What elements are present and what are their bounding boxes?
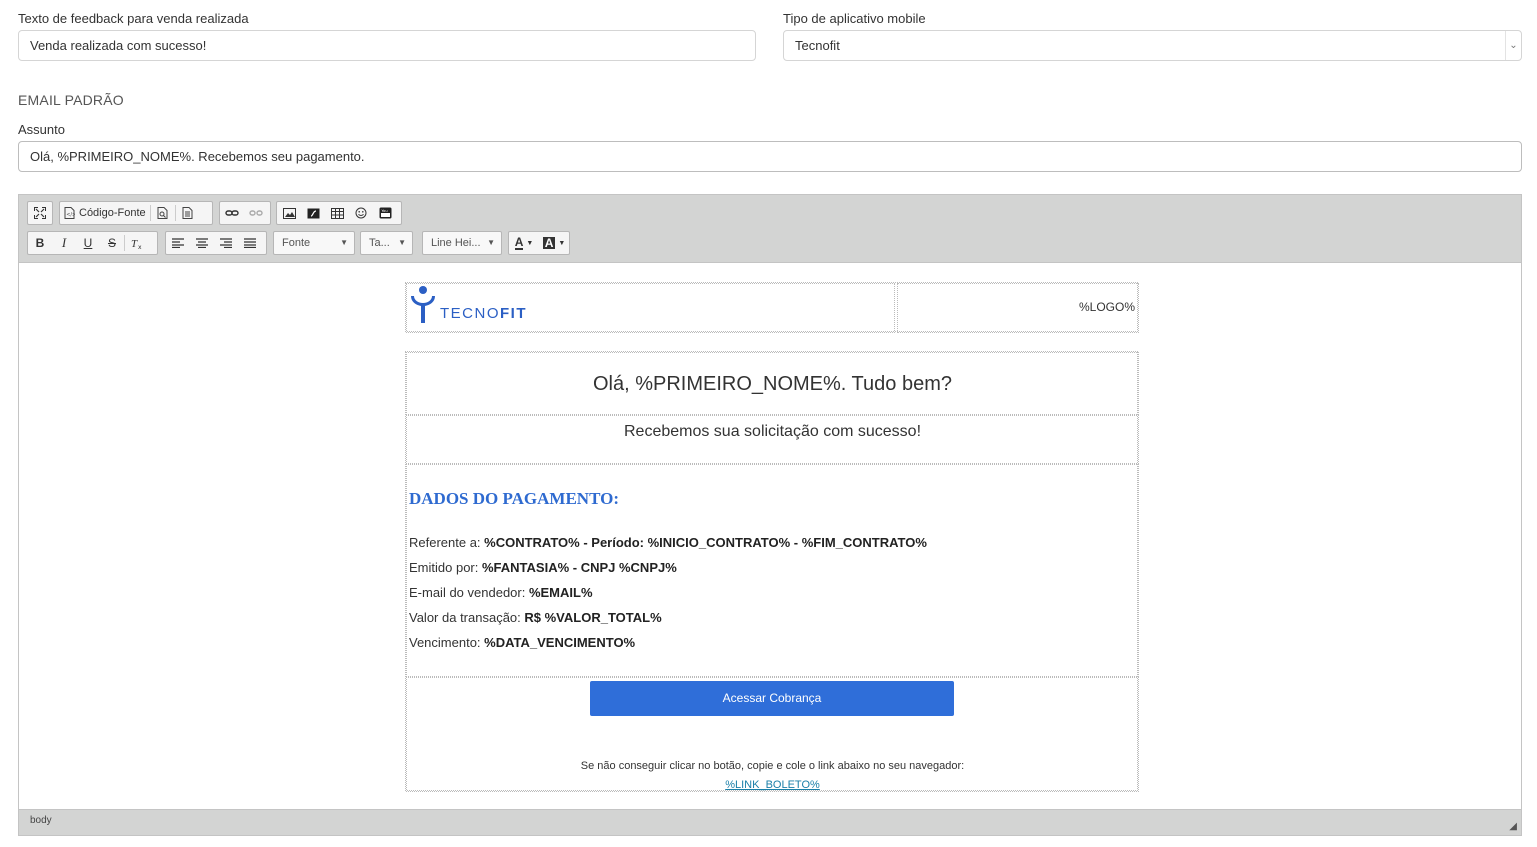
image-icon[interactable]	[277, 202, 301, 224]
line-label: Valor da transação:	[409, 610, 525, 625]
app-type-select[interactable]: Tecnofit ⌄	[783, 30, 1522, 61]
fallback-instructions: Se não conseguir clicar no botão, copie …	[580, 760, 965, 772]
svg-text:T: T	[131, 238, 138, 249]
dropdown-arrow-icon: ▼	[558, 239, 566, 247]
tecnofit-logo: TECNOFIT	[409, 286, 527, 324]
line-value: %EMAIL%	[528, 585, 593, 600]
editor-content-area[interactable]: TECNOFIT %LOGO% Olá, %PRIMEIRO_NOME%. Tu…	[19, 263, 1521, 811]
align-left-icon[interactable]	[166, 232, 190, 254]
payment-data-title: DADOS DO PAGAMENTO:	[409, 489, 619, 508]
toolbar-group-format: B I U S Tx	[27, 231, 158, 255]
align-right-icon[interactable]	[214, 232, 238, 254]
app-type-value: Tecnofit	[795, 38, 840, 53]
line-label: Emitido por:	[409, 560, 482, 575]
source-icon: </>	[64, 207, 75, 219]
unlink-icon[interactable]	[244, 202, 268, 224]
align-center-icon[interactable]	[190, 232, 214, 254]
line-height-label: Line Hei...	[431, 237, 481, 249]
feedback-label: Texto de feedback para venda realizada	[18, 11, 249, 26]
toolbar-group-links	[219, 201, 271, 225]
element-path[interactable]: body	[30, 815, 52, 826]
line-value: R$ %VALOR_TOTAL%	[524, 610, 662, 625]
payment-line-seller-email: E-mail do vendedor: %EMAIL%	[409, 585, 1136, 610]
subject-input[interactable]: Olá, %PRIMEIRO_NOME%. Recebemos seu paga…	[18, 141, 1522, 172]
preview-icon[interactable]	[151, 202, 175, 224]
toolbar-group-insert: You	[276, 201, 402, 225]
bold-button[interactable]: B	[28, 232, 52, 254]
payment-line-issuer: Emitido por: %FANTASIA% - CNPJ %CNPJ%	[409, 560, 1136, 585]
line-height-dropdown[interactable]: Line Hei... ▼	[422, 231, 502, 255]
underline-button[interactable]: U	[76, 232, 100, 254]
rich-text-editor: </> Código-Fonte You B I U S T x Fonte ▼…	[18, 194, 1522, 836]
logo-text-bold: FIT	[500, 305, 527, 322]
source-code-button[interactable]: </> Código-Fonte	[60, 202, 150, 224]
tecnofit-logo-text: TECNOFIT	[440, 305, 527, 322]
line-label: Referente a:	[409, 535, 485, 550]
text-color-icon: A	[514, 235, 524, 250]
boleto-link[interactable]: %LINK_BOLETO%	[407, 779, 1138, 791]
table-icon[interactable]	[325, 202, 349, 224]
font-family-label: Fonte	[282, 237, 311, 249]
line-value: %FANTASIA% - CNPJ %CNPJ%	[481, 560, 677, 575]
payment-line-amount: Valor da transação: R$ %VALOR_TOTAL%	[409, 610, 1136, 635]
subject-label: Assunto	[18, 122, 65, 137]
payment-button-section: Acessar Cobrança Se não conseguir clicar…	[406, 677, 1139, 792]
line-label: Vencimento:	[409, 635, 485, 650]
flash-icon[interactable]	[301, 202, 325, 224]
email-header-table: TECNOFIT %LOGO%	[405, 282, 1139, 333]
svg-text:x: x	[138, 244, 142, 249]
strikethrough-button[interactable]: S	[100, 232, 124, 254]
bg-color-button[interactable]: A ▼	[539, 232, 569, 254]
editor-statusbar: body ◢	[19, 809, 1521, 835]
align-justify-icon[interactable]	[238, 232, 262, 254]
email-logo-placeholder: %LOGO%	[897, 283, 1139, 333]
email-subtitle: Recebemos sua solicitação com sucesso!	[406, 415, 1139, 464]
email-header-logo-cell: TECNOFIT	[406, 283, 895, 333]
italic-button[interactable]: I	[52, 232, 76, 254]
link-icon[interactable]	[220, 202, 244, 224]
emoji-icon[interactable]	[349, 202, 373, 224]
app-type-label: Tipo de aplicativo mobile	[783, 11, 926, 26]
text-color-button[interactable]: A ▼	[509, 232, 539, 254]
toolbar-group-align	[165, 231, 267, 255]
logo-text-light: TECNO	[440, 305, 500, 322]
bg-color-icon: A	[542, 236, 556, 250]
chevron-down-icon: ⌄	[1505, 31, 1521, 60]
youtube-icon[interactable]: You	[373, 202, 397, 224]
editor-toolbar: </> Código-Fonte You B I U S T x Fonte ▼…	[19, 195, 1521, 263]
dropdown-arrow-icon: ▼	[340, 238, 348, 247]
remove-format-icon[interactable]: Tx	[125, 232, 149, 254]
svg-text:</>: </>	[66, 212, 75, 218]
access-charge-button[interactable]: Acessar Cobrança	[590, 681, 954, 716]
payment-line-reference: Referente a: %CONTRATO% - Período: %INIC…	[409, 535, 1136, 560]
maximize-icon[interactable]	[28, 202, 52, 224]
svg-text:You: You	[381, 209, 387, 213]
section-title-email: EMAIL PADRÃO	[18, 92, 124, 108]
dropdown-arrow-icon: ▼	[398, 238, 406, 247]
templates-icon[interactable]	[176, 202, 200, 224]
dropdown-arrow-icon: ▼	[487, 238, 495, 247]
email-body-table: Olá, %PRIMEIRO_NOME%. Tudo bem? Recebemo…	[405, 351, 1139, 792]
payment-line-due-date: Vencimento: %DATA_VENCIMENTO%	[409, 635, 1136, 660]
source-code-label: Código-Fonte	[79, 207, 146, 219]
email-greeting: Olá, %PRIMEIRO_NOME%. Tudo bem?	[406, 352, 1139, 415]
tecnofit-logo-icon	[411, 286, 435, 323]
feedback-input[interactable]: Venda realizada com sucesso!	[18, 30, 756, 61]
line-value: %DATA_VENCIMENTO%	[484, 635, 636, 650]
font-family-dropdown[interactable]: Fonte ▼	[273, 231, 355, 255]
toolbar-group-colors: A ▼ A ▼	[508, 231, 570, 255]
payment-data-section: DADOS DO PAGAMENTO: Referente a: %CONTRA…	[406, 464, 1139, 677]
dropdown-arrow-icon: ▼	[526, 239, 534, 247]
line-label: E-mail do vendedor:	[409, 585, 529, 600]
resize-handle-icon[interactable]: ◢	[1509, 821, 1517, 832]
toolbar-group-maximize	[27, 201, 53, 225]
line-value: %CONTRATO% - Período: %INICIO_CONTRATO% …	[484, 535, 927, 550]
toolbar-group-document: </> Código-Fonte	[59, 201, 213, 225]
font-size-label: Ta...	[369, 237, 390, 249]
font-size-dropdown[interactable]: Ta... ▼	[360, 231, 413, 255]
